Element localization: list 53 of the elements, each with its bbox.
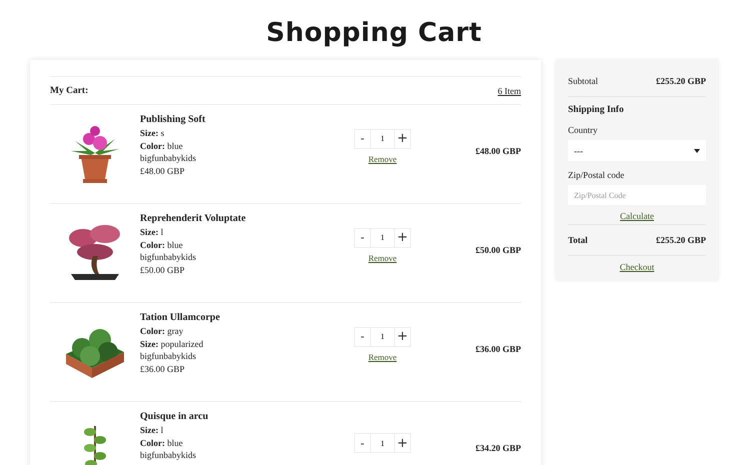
line-total: £36.00 GBP (474, 344, 521, 356)
total-label: Total (568, 235, 588, 245)
subtotal-label: Subtotal (568, 76, 598, 86)
shipping-heading: Shipping Info (568, 105, 625, 115)
line-total: £34.20 GBP (474, 443, 521, 455)
product-attribute: Color: blue (140, 238, 184, 251)
quantity-field[interactable]: 1 (370, 128, 395, 148)
remove-link[interactable]: Remove (368, 252, 397, 262)
zip-label: Zip/Postal code (568, 170, 626, 180)
product-attribute: Color: blue (140, 140, 184, 152)
remove-link[interactable]: Remove (368, 154, 397, 164)
product-name[interactable]: Quisque in arcu (140, 411, 352, 422)
increase-button[interactable]: + (394, 128, 411, 148)
calculate-link[interactable]: Calculate (620, 211, 654, 221)
vendor-name: bigfunbabykids (140, 350, 197, 362)
quantity-field[interactable]: 1 (370, 433, 395, 453)
vendor-name: bigfunbabykids (140, 152, 197, 164)
line-total: £48.00 GBP (474, 146, 521, 158)
vendor-name: bigfunbabykids (140, 251, 197, 264)
product-attribute: Size: popularized (140, 338, 204, 350)
increase-button[interactable]: + (394, 433, 411, 453)
product-attribute: Size: s (140, 127, 166, 140)
product-attribute: Size: l (140, 226, 164, 238)
country-select[interactable]: --- (568, 140, 706, 161)
decrease-button[interactable]: - (354, 433, 371, 453)
remove-link[interactable]: Remove (368, 352, 397, 362)
cart-heading: My Cart: (50, 86, 88, 96)
vendor-name: bigfunbabykids (140, 449, 197, 462)
product-attribute: Color: gray (140, 325, 184, 338)
country-label: Country (568, 125, 599, 135)
unit-price: £48.00 GBP (140, 164, 186, 177)
product-attribute: Size: l (140, 424, 164, 436)
subtotal-value: £255.20 GBP (656, 76, 706, 86)
decrease-button[interactable]: - (354, 128, 371, 148)
product-name[interactable]: Tation Ullamcorpe (140, 312, 352, 323)
caret-icon (694, 148, 700, 152)
total-value: £255.20 GBP (656, 235, 706, 245)
unit-price: £50.00 GBP (140, 264, 186, 276)
increase-button[interactable]: + (394, 228, 411, 248)
page-title: Shopping Cart (265, 17, 483, 50)
increase-button[interactable]: + (394, 326, 411, 346)
product-name[interactable]: Reprehenderit Voluptate (140, 213, 352, 224)
quantity-field[interactable]: 1 (370, 228, 395, 248)
product-name[interactable]: Publishing Soft (140, 114, 352, 125)
checkout-link[interactable]: Checkout (620, 262, 654, 272)
zip-field[interactable]: Zip/Postal Code (568, 185, 706, 205)
decrease-button[interactable]: - (354, 326, 371, 346)
unit-price: £36.00 GBP (140, 362, 186, 375)
item-count-link[interactable]: 6 Item (498, 86, 521, 96)
line-total: £50.00 GBP (474, 245, 521, 257)
quantity-field[interactable]: 1 (370, 326, 395, 346)
product-attribute: Color: blue (140, 436, 184, 449)
decrease-button[interactable]: - (354, 228, 371, 248)
